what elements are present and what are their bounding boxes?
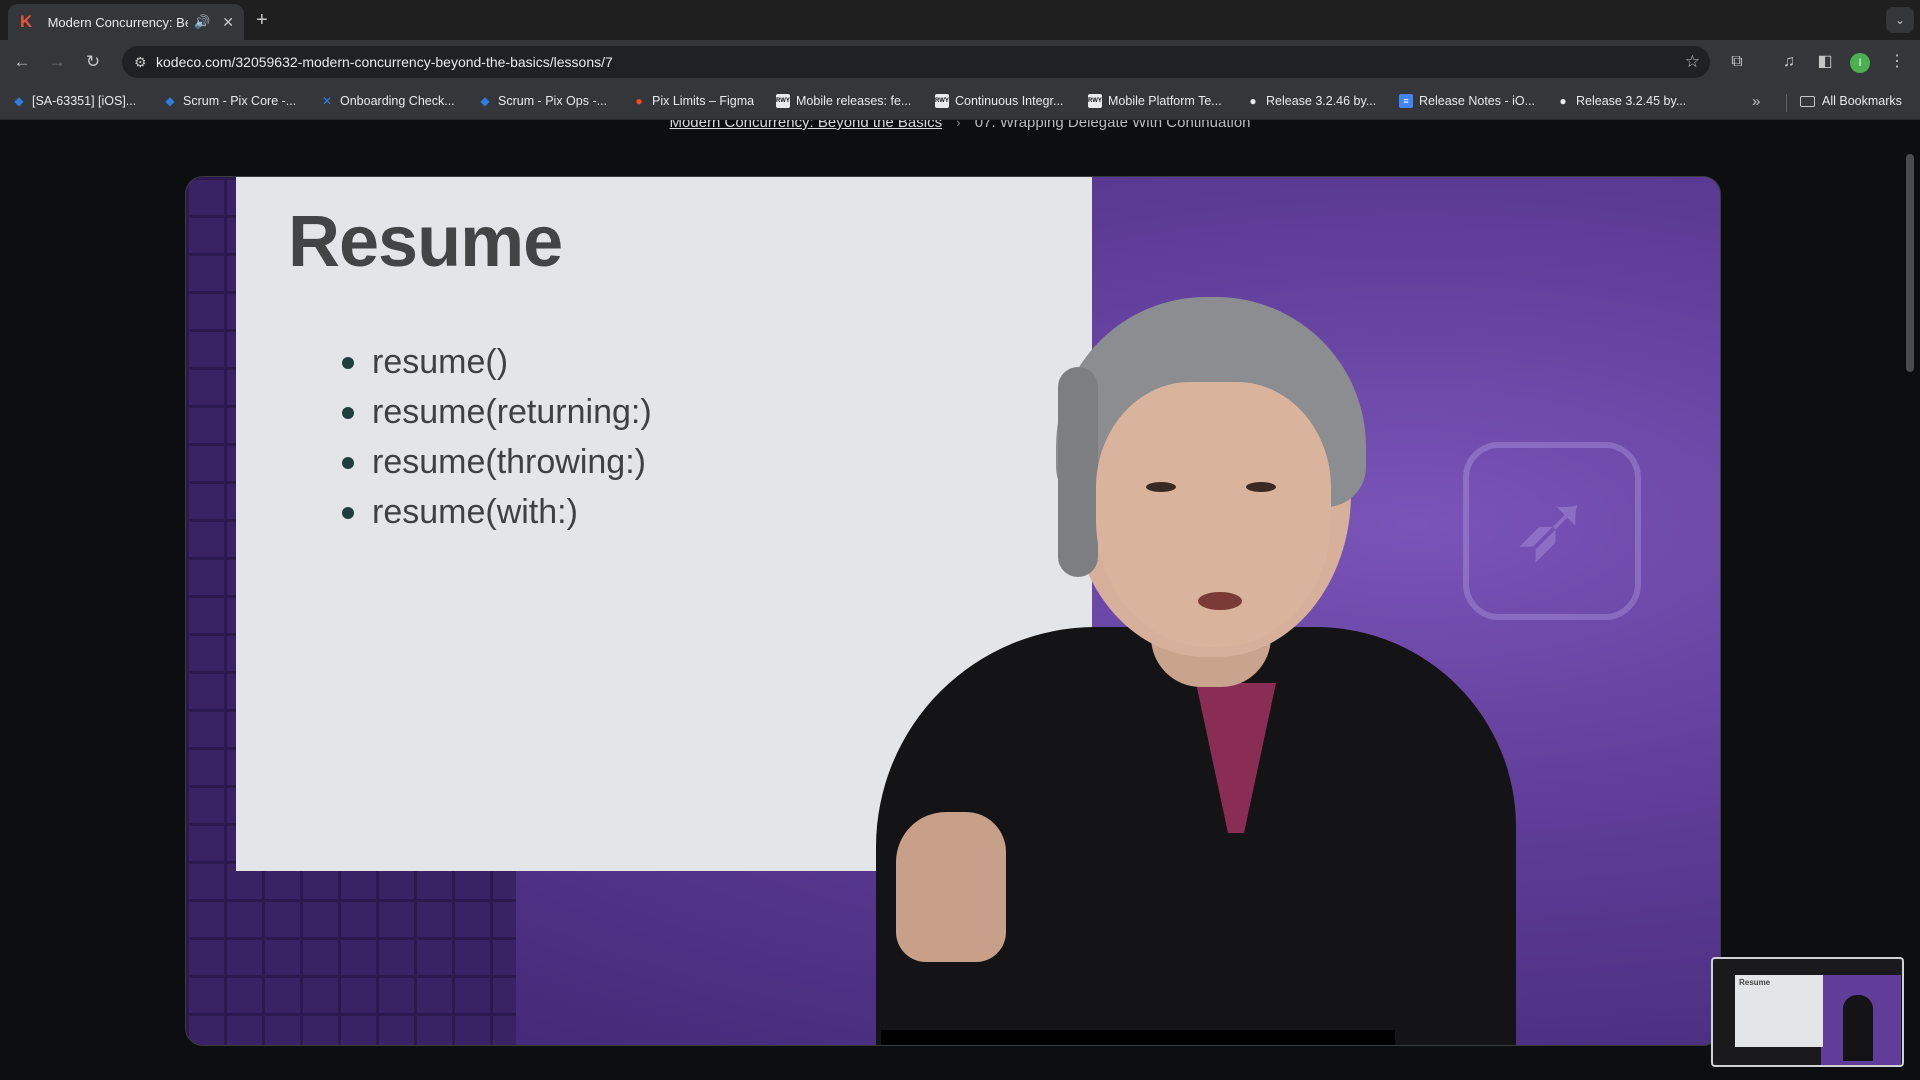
bookmark-item[interactable]: RWY Mobile Platform Te... — [1088, 94, 1222, 108]
site-info-icon[interactable]: ⚙ — [134, 53, 147, 71]
picture-in-picture-player[interactable]: Resume — [1711, 957, 1904, 1067]
slide-bullet-item: resume() — [342, 337, 652, 387]
mini-slide-title: Resume — [1739, 978, 1771, 987]
all-bookmarks-label: All Bookmarks — [1822, 94, 1902, 108]
bookmark-label: Onboarding Check... — [340, 94, 455, 108]
page-content: Modern Concurrency: Beyond the Basics › … — [0, 120, 1920, 1080]
bookmark-label: Release Notes - iO... — [1419, 94, 1536, 108]
profile-avatar[interactable]: I — [1850, 53, 1870, 73]
jira-icon: ◆ — [480, 94, 490, 108]
forward-icon[interactable]: → — [45, 50, 69, 74]
slide-title: Resume — [288, 202, 563, 282]
bookmark-item[interactable]: ◆ Scrum - Pix Core -... — [163, 94, 296, 108]
bookmark-star-icon[interactable]: ☆ — [1685, 52, 1700, 72]
back-icon[interactable]: ← — [10, 50, 34, 74]
browser-toolbar: ← → ↻ ⚙ kodeco.com/32059632-modern-concu… — [0, 40, 1920, 84]
tab-title: Modern Concurrency: Beyond the Basics — [47, 14, 189, 30]
bookmark-item[interactable]: RWY Mobile releases: fe... — [776, 94, 911, 108]
presenter-hand — [896, 812, 1006, 962]
presenter-figure — [806, 247, 1606, 1045]
bookmark-label: Release 3.2.46 by... — [1266, 94, 1377, 108]
video-player[interactable]: ➶ Resume resume() resume(returning:) res… — [185, 176, 1721, 1046]
jira-icon: ✕ — [321, 94, 333, 108]
kodeco-favicon-icon: K — [20, 12, 33, 31]
breadcrumb-course-link[interactable]: Modern Concurrency: Beyond the Basics — [669, 120, 942, 131]
presenter-hair-side — [1058, 367, 1098, 577]
rwy-icon: RWY — [1088, 94, 1102, 108]
close-tab-icon[interactable]: ✕ — [222, 14, 234, 31]
media-controls-icon[interactable]: ♫ — [1778, 52, 1800, 72]
bookmark-label: Continuous Integr... — [955, 94, 1064, 108]
breadcrumb: Modern Concurrency: Beyond the Basics › … — [0, 120, 1920, 131]
bookmark-label: Mobile releases: fe... — [796, 94, 912, 108]
breadcrumb-lesson: 07. Wrapping Delegate With Continuation — [974, 120, 1251, 131]
slide-bullet-list: resume() resume(returning:) resume(throw… — [342, 337, 652, 537]
presenter-eye — [1146, 482, 1176, 492]
bookmark-item[interactable]: ● Pix Limits – Figma — [632, 94, 754, 108]
speaker-icon[interactable]: 🔊 — [194, 14, 210, 30]
bookmark-label: Scrum - Pix Core -... — [183, 94, 297, 108]
mini-slide: Resume — [1735, 975, 1823, 1047]
rwy-icon: RWY — [935, 94, 949, 108]
bookmark-item[interactable]: ≡ Release Notes - iO... — [1399, 94, 1535, 108]
presenter-eye — [1246, 482, 1276, 492]
bookmark-label: [SA-63351] [iOS]... — [32, 94, 137, 108]
bookmark-label: Scrum - Pix Ops -... — [498, 94, 608, 108]
bookmark-label: Mobile Platform Te... — [1108, 94, 1222, 108]
bookmark-item[interactable]: ● Release 3.2.46 by... — [1246, 94, 1376, 108]
menu-icon[interactable]: ⋮ — [1886, 52, 1908, 72]
more-bookmarks-button[interactable]: » — [1752, 93, 1760, 110]
figma-icon: ● — [635, 94, 643, 108]
bookmark-item[interactable]: ◆ Scrum - Pix Ops -... — [478, 94, 607, 108]
tab-strip: K Modern Concurrency: Beyond the Basics … — [0, 0, 1920, 40]
mini-presenter — [1843, 995, 1873, 1061]
bookmarks-divider — [1786, 94, 1787, 112]
tab-search-button[interactable]: ⌄ — [1886, 7, 1914, 33]
chevron-right-icon: › — [956, 120, 961, 130]
extensions-icon[interactable]: ⧉ — [1726, 52, 1748, 72]
new-tab-button[interactable]: + — [256, 9, 268, 31]
github-icon: ● — [1249, 94, 1257, 108]
video-caption: and returns the given value. — [881, 1030, 1395, 1045]
slide-bullet-item: resume(returning:) — [342, 387, 652, 437]
slide-bullet-item: resume(throwing:) — [342, 437, 652, 487]
presenter-mouth — [1198, 592, 1242, 610]
side-panel-icon[interactable]: ◧ — [1814, 52, 1836, 72]
page-scrollbar[interactable] — [1906, 154, 1914, 372]
address-bar[interactable]: ⚙ kodeco.com/32059632-modern-concurrency… — [122, 46, 1710, 78]
slide-bullet-item: resume(with:) — [342, 487, 652, 537]
document-icon: ≡ — [1399, 94, 1413, 108]
bookmark-item[interactable]: RWY Continuous Integr... — [935, 94, 1063, 108]
folder-icon — [1800, 95, 1815, 107]
bookmark-item[interactable]: ● Release 3.2.45 by... — [1556, 94, 1686, 108]
rwy-icon: RWY — [776, 94, 790, 108]
bookmarks-bar: ◆ [SA-63351] [iOS]... ◆ Scrum - Pix Core… — [0, 84, 1920, 120]
bookmark-item[interactable]: ◆ [SA-63351] [iOS]... — [12, 94, 136, 108]
bookmark-label: Release 3.2.45 by... — [1576, 94, 1687, 108]
github-icon: ● — [1559, 94, 1567, 108]
all-bookmarks-button[interactable]: All Bookmarks — [1800, 94, 1902, 108]
bookmark-label: Pix Limits – Figma — [652, 94, 755, 108]
jira-icon: ◆ — [14, 94, 24, 108]
url-text[interactable]: kodeco.com/32059632-modern-concurrency-b… — [156, 54, 613, 70]
reload-icon[interactable]: ↻ — [81, 50, 105, 74]
jira-icon: ◆ — [165, 94, 175, 108]
active-tab[interactable]: K Modern Concurrency: Beyond the Basics … — [8, 4, 244, 40]
bookmark-item[interactable]: ✕ Onboarding Check... — [320, 94, 455, 108]
